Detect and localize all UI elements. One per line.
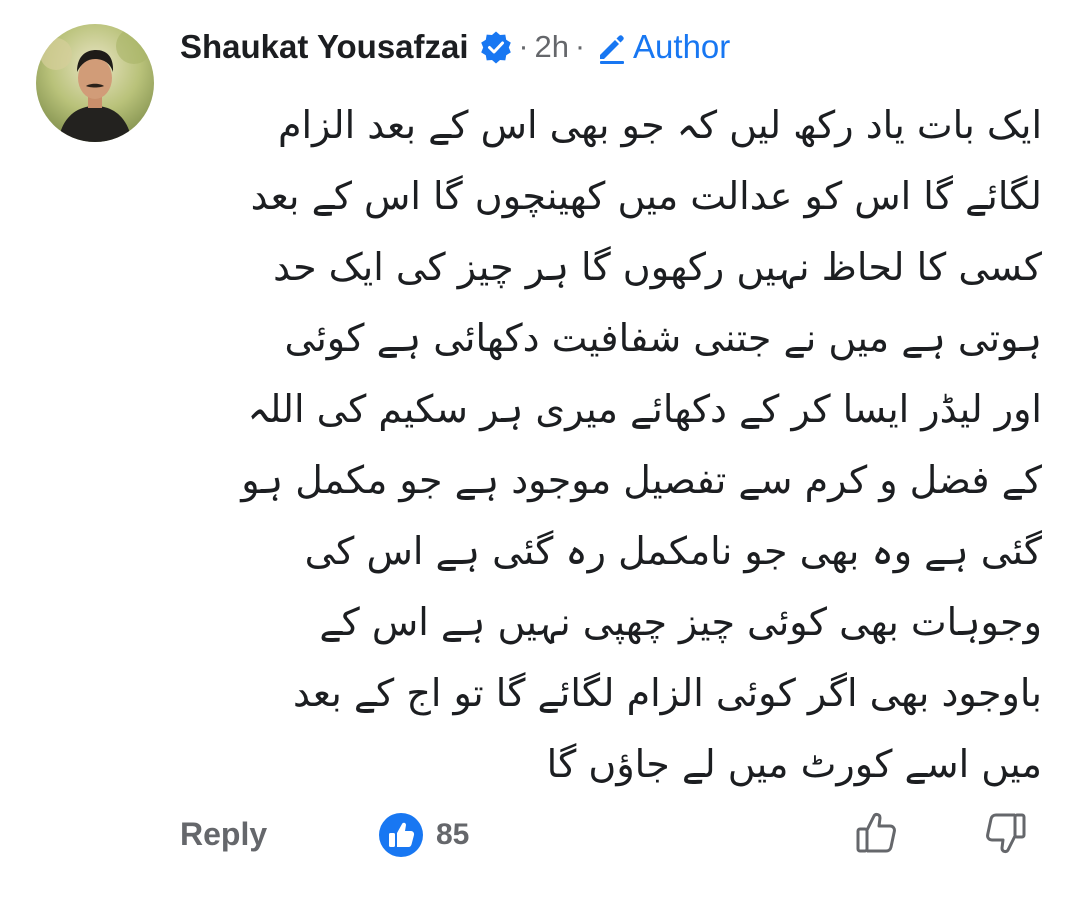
verified-badge-icon	[479, 30, 513, 64]
comment-timestamp[interactable]: 2h	[535, 29, 569, 65]
comment-line: گئی ہے وہ بھی جو نامکمل رہ گئی ہے اس کی	[304, 529, 1042, 573]
avatar-image	[36, 24, 154, 142]
pencil-icon	[593, 29, 629, 65]
meta-separator: ·	[575, 30, 586, 63]
reaction-summary[interactable]: 85	[378, 812, 469, 858]
avatar[interactable]	[36, 24, 154, 142]
reply-button[interactable]: Reply	[180, 816, 267, 853]
comment-line: باوجود بھی اگر کوئی الزام لگائے گا تو اج…	[292, 671, 1042, 715]
like-count: 85	[436, 818, 470, 851]
like-reaction-icon	[378, 812, 424, 858]
comment: Shaukat Yousafzai · 2h · Author ایک بات …	[0, 0, 1080, 906]
author-name[interactable]: Shaukat Yousafzai	[180, 28, 469, 66]
comment-line: اور لیڈر ایسا کر کے دکھائے میری ہر سکیم …	[247, 387, 1042, 431]
thumbs-up-outline-icon[interactable]	[852, 808, 902, 858]
comment-line: ہوتی ہے میں نے جتنی شفافیت دکھائی ہے کوئ…	[284, 316, 1042, 360]
comment-line: لگائے گا اس کو عدالت میں کھینچوں گا اس ک…	[250, 174, 1042, 218]
comment-actions: Reply 85	[180, 808, 1040, 866]
comment-line: کسی کا لحاظ نہیں رکھوں گا ہر چیز کی ایک …	[273, 245, 1042, 289]
author-badge: Author	[633, 28, 731, 65]
comment-line: ایک بات یاد رکھ لیں کہ جو بھی اس کے بعد …	[277, 103, 1042, 147]
comment-line: کے فضل و کرم سے تفصیل موجود ہے جو مکمل ہ…	[241, 458, 1042, 502]
meta-separator: ·	[518, 30, 529, 63]
comment-header: Shaukat Yousafzai · 2h · Author	[180, 24, 730, 70]
comment-line: میں اسے کورٹ میں لے جاؤں گا	[546, 742, 1042, 786]
comment-line: وجوہات بھی کوئی چیز چھپی نہیں ہے اس کے	[319, 600, 1042, 644]
comment-body: ایک بات یاد رکھ لیں کہ جو بھی اس کے بعد …	[180, 90, 1042, 800]
thumbs-down-outline-icon[interactable]	[980, 808, 1030, 858]
